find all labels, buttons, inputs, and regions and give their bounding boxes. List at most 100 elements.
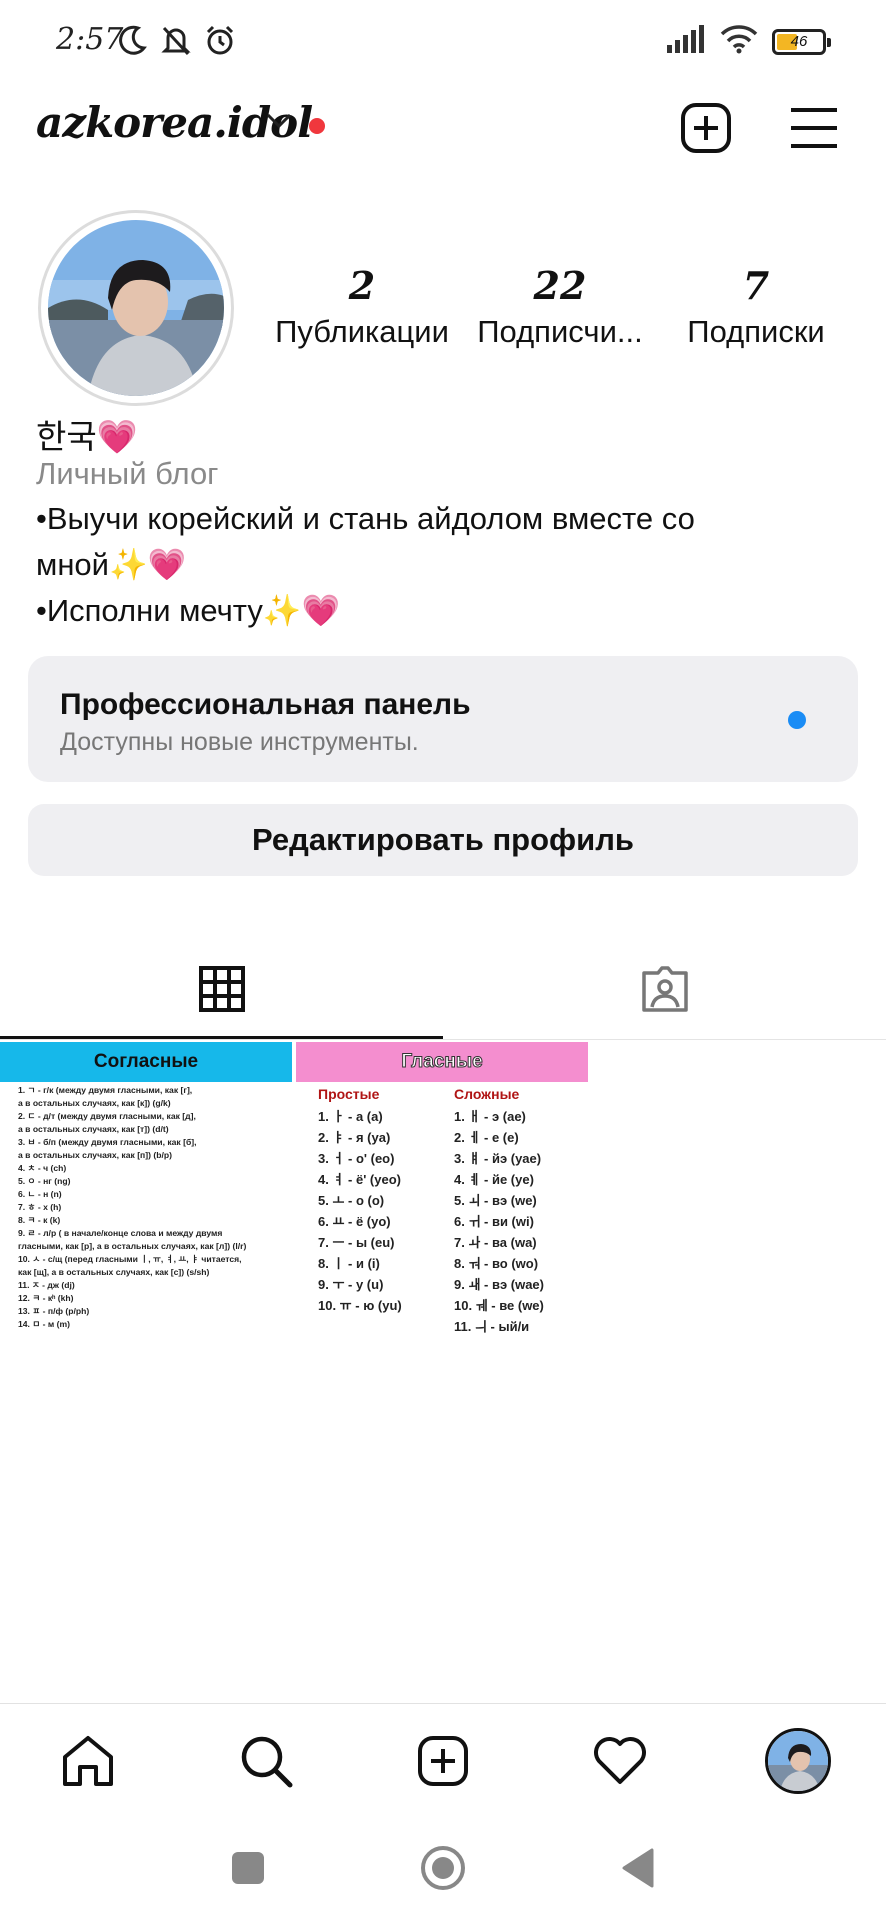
consonant-line: как [щ], а в остальных случаях, как [с])… [18,1267,210,1277]
vowel-item: 4. ㅖ - йе (ye) [454,1172,534,1187]
stat-posts-label: Публикации [275,314,449,349]
vowel-item: 8. ㅝ - во (wo) [454,1256,539,1271]
vowel-item: 1. ㅏ - а (a) [318,1109,383,1124]
avatar [48,220,224,396]
home-button[interactable] [413,1838,473,1898]
consonant-line: гласными, как [р], а в остальных случаях… [18,1241,247,1251]
simple-vowels: Простые 1. ㅏ - а (a) 2. ㅑ - я (ya) 3. ㅓ - … [318,1086,430,1334]
edit-profile-button[interactable]: Редактировать профиль [28,804,858,876]
complex-vowels: Сложные 1. ㅐ - э (ae) 2. ㅔ - е (e) 3. ㅒ - … [454,1086,566,1334]
consonant-line: 12. ㅋ - кʰ (kh) [18,1293,74,1303]
create-post-button[interactable] [676,100,736,156]
divider [0,1039,886,1040]
recents-button[interactable] [218,1838,278,1898]
nav-search[interactable] [221,1722,311,1800]
consonant-line: 9. ㄹ - л/р ( в начале/конце слова и межд… [18,1228,223,1238]
consonant-line: а в остальных случаях, как [т]) (d/t) [18,1124,169,1134]
tagged-person-icon [641,966,688,1012]
professional-dashboard[interactable]: Профессиональная панель Доступны новые и… [28,656,858,782]
grid-icon [198,966,245,1012]
vowel-item: 3. ㅓ - о' (eo) [318,1151,395,1166]
circle-icon [421,1846,465,1890]
vowel-item: 8. ㅣ - и (i) [318,1256,380,1271]
bio-text: •Выучи корейский и стань айдолом вместе … [36,501,695,628]
menu-button[interactable] [784,100,844,156]
chevron-down-icon[interactable] [266,112,292,135]
new-indicator-dot [788,711,806,729]
pro-panel-title: Профессиональная панель [60,688,471,721]
avatar [765,1728,831,1794]
nav-home[interactable] [43,1722,133,1800]
pro-panel-subtitle: Доступны новые инструменты. [60,728,419,756]
vowel-item: 7. ㅡ - ы (eu) [318,1235,395,1250]
vowel-item: 10. ㅞ - ве (we) [454,1298,544,1313]
vowel-item: 9. ㅙ - вэ (wae) [454,1277,544,1292]
plus-square-icon [418,1736,468,1786]
profile-avatar[interactable] [38,210,234,406]
post-title: Согласные [0,1042,292,1082]
consonant-line: 3. ㅂ - б/п (между двумя гласными, как [б… [18,1137,197,1147]
tab-grid[interactable] [0,940,443,1038]
moon-icon [118,24,148,61]
consonant-line: 5. ㅇ - нг (ng) [18,1176,71,1186]
alarm-icon [204,24,236,61]
square-icon [232,1852,264,1884]
nav-profile[interactable] [753,1722,843,1800]
vowel-item: 11. ㅢ - ый/и [454,1319,530,1334]
vowel-item: 4. ㅕ - ё' (yeo) [318,1172,401,1187]
vowel-item: 6. ㅟ - ви (wi) [454,1214,534,1229]
bio-name: 한국💗 [36,418,138,455]
nav-divider [0,1703,886,1704]
stat-followers-count: 22 [533,263,587,308]
complex-vowels-title: Сложные [454,1086,520,1102]
vowel-item: 2. ㅑ - я (ya) [318,1130,391,1145]
signal-icon [666,25,706,58]
stat-posts-count: 2 [348,263,376,308]
grid-post[interactable]: Гласные Простые 1. ㅏ - а (a) 2. ㅑ - я (ya… [296,1042,588,1334]
vowel-item: 5. ㅗ - о (o) [318,1193,385,1208]
vowel-item: 9. ㅜ - у (u) [318,1277,384,1292]
heart-icon [594,1737,646,1784]
stat-following-label: Подписки [687,314,825,349]
simple-vowels-title: Простые [318,1086,380,1102]
vowel-item: 6. ㅛ - ё (yo) [318,1214,391,1229]
consonant-line: 4. ㅊ - ч (ch) [18,1163,67,1173]
nav-activity[interactable] [575,1722,665,1800]
vowel-item: 7. ㅘ - ва (wa) [454,1235,537,1250]
back-triangle-icon [622,1848,654,1888]
back-button[interactable] [608,1838,668,1898]
consonant-line: 11. ㅈ - дж (dj) [18,1280,75,1290]
hamburger-icon [791,108,837,148]
status-bar: 2:57 46 [0,0,886,80]
tab-tagged[interactable] [443,940,886,1038]
consonant-line: 2. ㄷ - д/т (между двумя гласными, как [д… [18,1111,196,1121]
consonant-line: 10. ㅅ - с/щ (перед гласными ㅣ, ㅠ, ㅕ, ㅛ, … [18,1254,242,1264]
consonant-line: 6. ㄴ - н (n) [18,1189,62,1199]
search-icon [241,1736,293,1788]
grid-post[interactable]: Согласные 1. ㄱ - г/к (между двумя гласны… [0,1042,292,1334]
vowel-item: 1. ㅐ - э (ae) [454,1109,526,1124]
nav-create[interactable] [398,1722,488,1800]
consonant-line: 1. ㄱ - г/к (между двумя гласными, как [г… [18,1085,193,1095]
plus-square-icon [681,103,731,153]
bio-category: Личный блог [36,456,219,491]
post-title: Гласные [296,1042,588,1082]
wifi-icon [720,24,758,59]
stat-following[interactable]: 7 Подписки [664,262,848,354]
consonant-line: 8. ㅋ - к (k) [18,1215,61,1225]
status-time: 2:57 [56,22,124,57]
consonant-line: 13. ㅍ - п/ф (p/ph) [18,1306,90,1316]
stat-followers-label: Подписчи... [477,314,643,349]
bell-muted-icon [160,24,192,61]
consonant-line: а в остальных случаях, как [к]) (g/k) [18,1098,171,1108]
stat-posts[interactable]: 2 Публикации [270,262,454,354]
vowel-item: 5. ㅚ - вэ (we) [454,1193,537,1208]
stat-followers[interactable]: 22 Подписчи... [468,262,652,354]
vowel-item: 10. ㅠ - ю (yu) [318,1298,402,1313]
vowel-item: 3. ㅒ - йэ (yae) [454,1151,542,1166]
notification-dot [309,118,325,134]
consonant-line: а в остальных случаях, как [п]) (b/p) [18,1150,172,1160]
consonant-line: 7. ㅎ - х (h) [18,1202,62,1212]
battery-icon: 46 [772,28,831,55]
stat-following-count: 7 [742,263,770,308]
